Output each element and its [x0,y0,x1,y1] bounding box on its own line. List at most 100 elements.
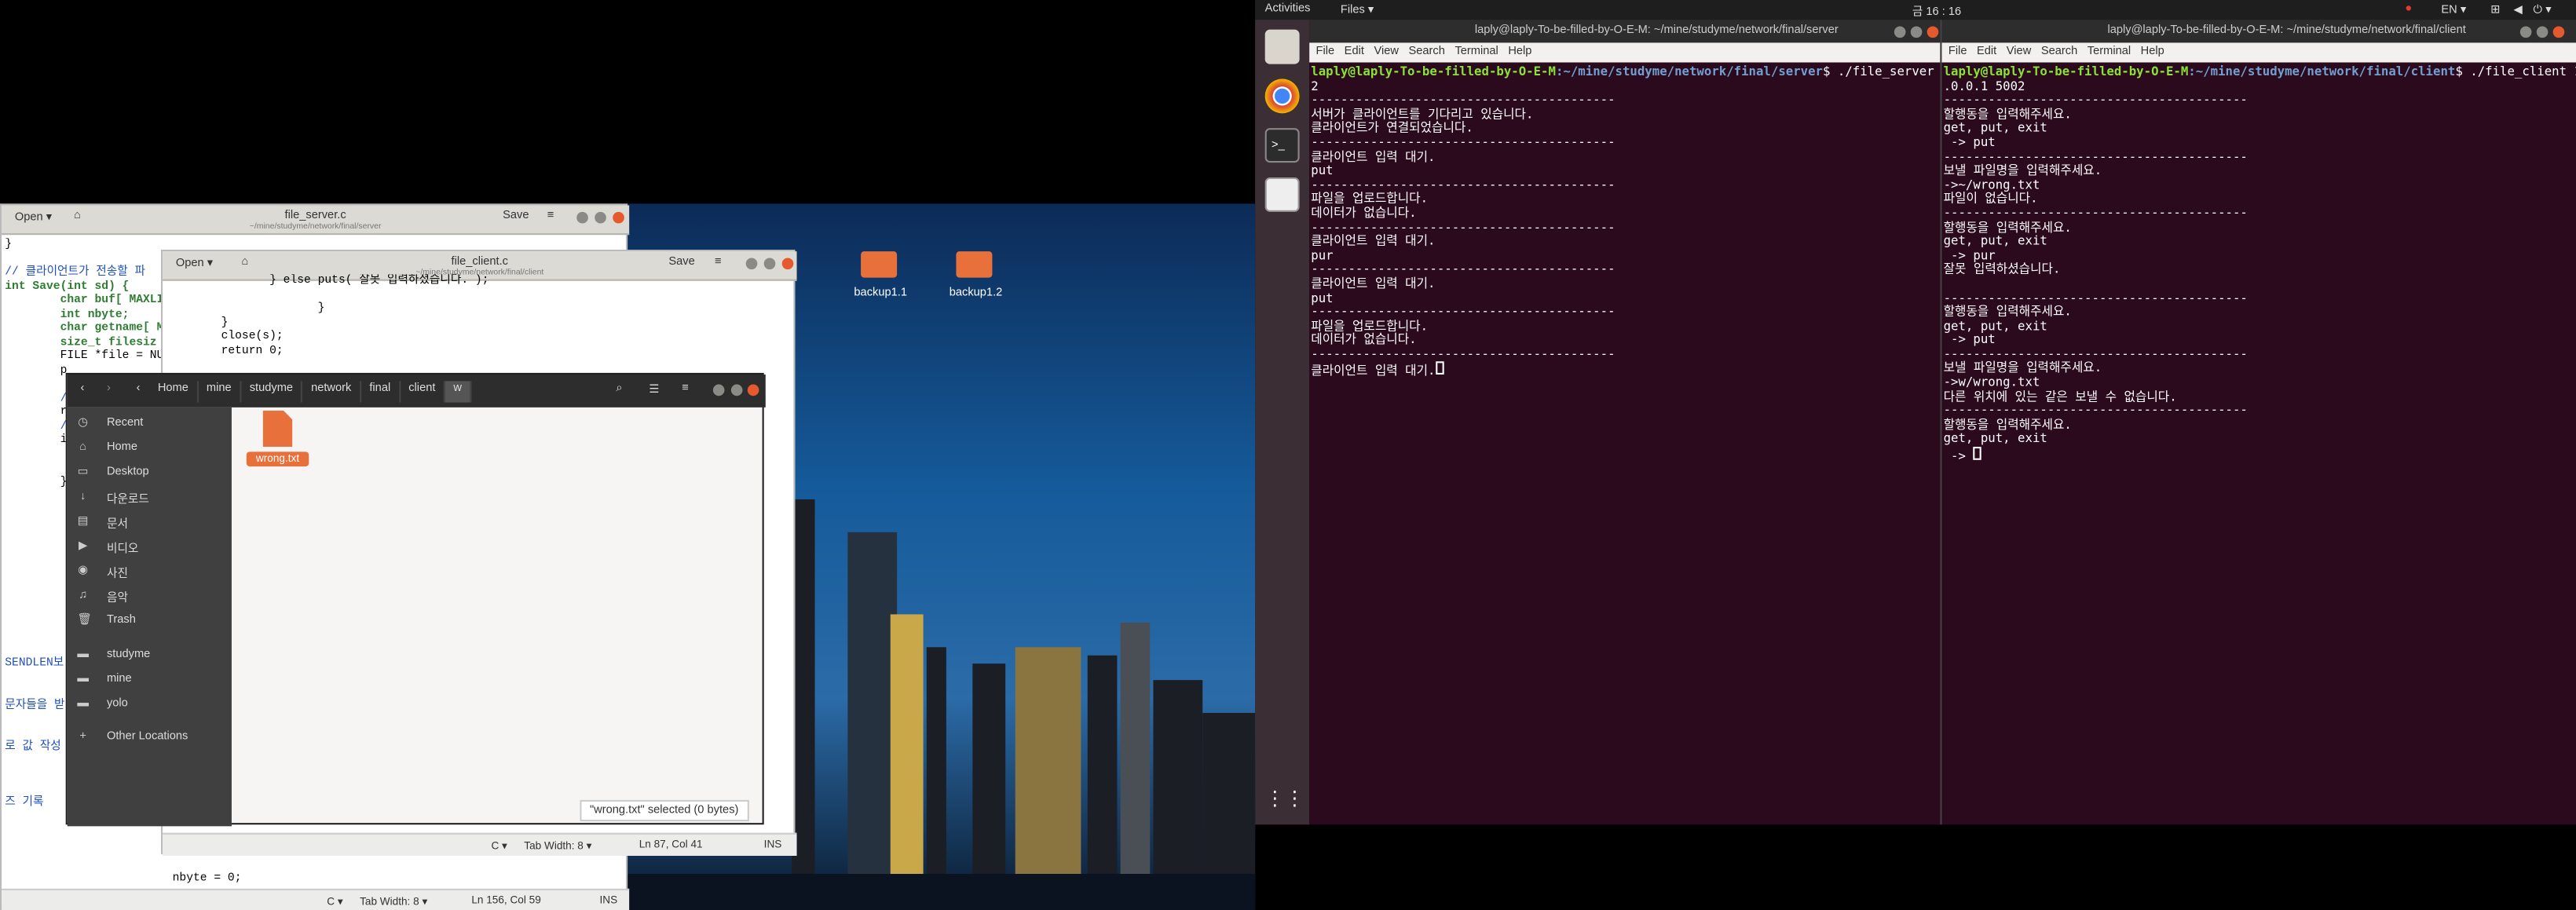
maximize-icon[interactable] [730,384,743,397]
pin-icon[interactable]: ⌂ [241,256,248,268]
path-bar: Home mine studyme network final client w [149,381,472,403]
desktop-folder-backup1-1[interactable]: backup1.1 [854,251,907,299]
terminal-output[interactable]: .0.0.1 5002 -----------------------------… [1944,79,2248,462]
path-segment-w[interactable]: w [445,381,472,403]
files-icon[interactable] [1264,29,1300,64]
code-area[interactable]: } else puts( 잘못 입력하셨습니다. ); } } close(s)… [166,274,790,373]
language-selector[interactable]: C ▾ [491,839,507,853]
open-button[interactable]: Open ▾ [15,210,52,224]
sidebar-item-4[interactable]: ▤ 문서 [68,516,232,535]
menu-terminal[interactable]: Terminal [2088,46,2131,63]
path-segment-Home[interactable]: Home [149,381,199,403]
text-editor-icon[interactable] [1264,177,1300,212]
selection-status: "wrong.txt" selected (0 bytes) [580,799,748,822]
sidebar-item-3[interactable]: ↓ 다운로드 [68,492,232,511]
network-icon[interactable]: ⊞ [2490,3,2500,16]
open-button[interactable]: Open ▾ [176,256,213,269]
path-left-icon[interactable]: ‹ [137,382,141,394]
cursor-position[interactable]: Ln 87, Col 41 [639,839,703,851]
sidebar-item-9[interactable]: ▬ studyme [68,649,232,668]
minimize-icon[interactable] [1894,26,1906,38]
path-segment-client[interactable]: client [401,381,445,403]
path-segment-studyme[interactable]: studyme [241,381,303,403]
sidebar-item-2[interactable]: ▭ Desktop [68,466,232,486]
menu-search[interactable]: Search [2041,46,2077,63]
sidebar-item-label: Recent [106,417,144,429]
menu-help[interactable]: Help [1508,46,1531,63]
menu-terminal[interactable]: Terminal [1454,46,1498,63]
sidebar-item-11[interactable]: ▬ yolo [68,698,232,718]
sidebar-item-label: 다운로드 [106,494,149,506]
pin-icon[interactable]: ⌂ [74,210,81,222]
close-icon[interactable] [781,258,794,270]
sidebar-item-8[interactable]: 🗑 Trash [68,614,232,634]
prompt-path: :~/mine/studyme/network/final/server [1555,64,1824,79]
sidebar-item-7[interactable]: ♫ 음악 [68,590,232,609]
sidebar-item-10[interactable]: ▬ mine [68,674,232,693]
menu-icon[interactable]: ≡ [682,382,689,394]
sidebar-item-12[interactable]: + Other Locations [68,731,232,751]
maximize-icon[interactable] [2536,26,2549,38]
menu-icon[interactable]: ≡ [547,210,554,222]
terminal-line: 클라이언트 입력 대기. [1311,233,1436,249]
menu-file[interactable]: File [1316,46,1335,63]
sidebar-item-1[interactable]: ⌂ Home [68,442,232,462]
terminal-output[interactable]: 2 ---------------------------------------… [1311,79,1615,378]
desktop-folder-backup1-2[interactable]: backup1.2 [950,251,1002,299]
sidebar-desktop-icon: ▭ [77,466,89,478]
language-indicator[interactable]: EN ▾ [2441,3,2466,16]
activities-button[interactable]: Activities [1265,3,1311,15]
maximize-icon[interactable] [595,211,606,224]
minimize-icon[interactable] [576,211,588,224]
menu-icon[interactable]: ≡ [715,256,722,268]
chrome-icon[interactable] [1264,79,1300,114]
maximize-icon[interactable] [763,258,776,270]
minimize-icon[interactable] [745,258,758,270]
save-button[interactable]: Save [668,256,694,268]
path-segment-final[interactable]: final [361,381,401,403]
menu-file[interactable]: File [1948,46,1967,63]
sidebar-item-0[interactable]: ◷ Recent [68,417,232,437]
sidebar-item-label: yolo [106,698,128,710]
chrome-tray-icon[interactable]: ● [2405,3,2412,15]
close-icon[interactable] [613,211,624,224]
cursor-position[interactable]: Ln 156, Col 59 [471,895,540,907]
tab-width-selector[interactable]: Tab Width: 8 ▾ [360,895,427,908]
menu-edit[interactable]: Edit [1345,46,1364,63]
show-applications-icon[interactable]: ⋮⋮ [1265,782,1304,817]
close-icon[interactable] [747,384,759,397]
menu-search[interactable]: Search [1408,46,1444,63]
sidebar-item-6[interactable]: ◉ 사진 [68,565,232,585]
sidebar-item-5[interactable]: ▶ 비디오 [68,540,232,560]
language-selector[interactable]: C ▾ [327,895,342,908]
search-icon[interactable]: ⌕ [616,382,622,396]
save-button[interactable]: Save [503,210,529,222]
forward-icon[interactable]: › [107,382,111,394]
clock[interactable]: 금 16 : 16 [1912,3,1961,20]
path-segment-network[interactable]: network [303,381,361,403]
file-item-wrong-txt[interactable]: wrong.txt [238,411,317,467]
prompt-user: laply@laply-To-be-filled-by-O-E-M [1311,64,1556,79]
menu-view[interactable]: View [2007,46,2031,63]
power-icon[interactable]: ⏻ ▾ [2534,3,2552,18]
close-icon[interactable] [1927,26,1939,38]
path-segment-mine[interactable]: mine [198,381,242,403]
menu-edit[interactable]: Edit [1977,46,1996,63]
desktop-icon-label: backup1.1 [854,287,908,299]
files-app-menu[interactable]: Files ▾ [1341,3,1374,16]
minimize-icon[interactable] [2519,26,2532,38]
menu-view[interactable]: View [1374,46,1398,63]
volume-icon[interactable]: ◀ [2513,3,2522,16]
top-bar: Activities Files ▾ 금 16 : 16 EN ▾ ● ⊞ ◀ … [1255,0,2576,20]
editor-subtitle: ~/mine/studyme/network/final/server [249,221,382,232]
sidebar-item-label: Trash [106,614,136,627]
menu-help[interactable]: Help [2141,46,2164,63]
view-options-icon[interactable]: ☰ [649,382,659,397]
terminal-icon[interactable]: >_ [1264,128,1300,163]
back-icon[interactable]: ‹ [80,382,84,394]
maximize-icon[interactable] [1910,26,1923,38]
close-icon[interactable] [2552,26,2565,38]
terminal-line: ----------------------------------------… [1311,346,1615,362]
tab-width-selector[interactable]: Tab Width: 8 ▾ [524,839,591,853]
minimize-icon[interactable] [712,384,725,397]
